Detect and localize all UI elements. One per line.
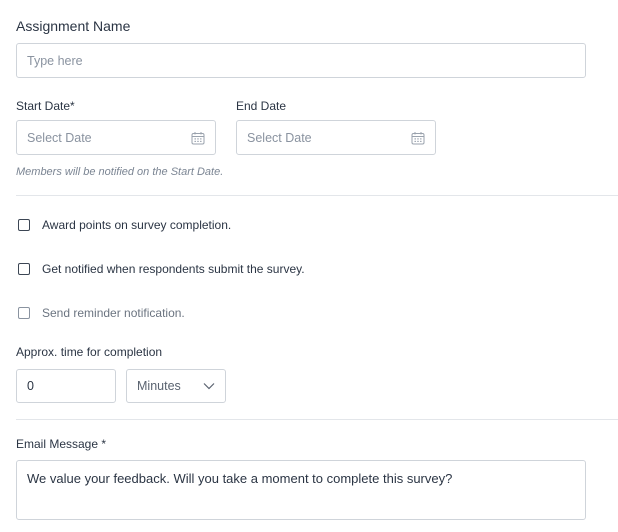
assignment-name-input[interactable] [16,43,586,78]
notify-submit-checkbox[interactable] [18,263,30,275]
chevron-down-icon [203,377,215,395]
completion-time-label: Approx. time for completion [16,345,163,359]
email-message-label: Email Message * [16,437,107,451]
reminder-checkbox[interactable] [18,307,30,319]
assignment-name-label: Assignment Name [16,18,131,34]
notify-submit-label: Get notified when respondents submit the… [42,262,305,276]
calendar-icon[interactable] [191,131,205,145]
email-message-text: We value your feedback. Will you take a … [27,471,453,486]
award-points-option[interactable]: Award points on survey completion. [18,218,231,232]
assignment-form: Assignment Name Start Date* End Date Sel… [0,0,618,532]
start-date-label: Start Date* [16,99,75,113]
end-date-placeholder: Select Date [247,130,312,145]
start-date-picker[interactable]: Select Date [16,120,216,155]
reminder-option[interactable]: Send reminder notification. [18,306,185,320]
divider [16,195,618,196]
notify-submit-option[interactable]: Get notified when respondents submit the… [18,262,305,276]
calendar-icon[interactable] [411,131,425,145]
completion-time-value: 0 [27,379,34,393]
start-date-placeholder: Select Date [27,130,92,145]
divider [16,419,618,420]
time-unit-value: Minutes [137,379,181,393]
start-date-hint: Members will be notified on the Start Da… [16,166,224,178]
reminder-label: Send reminder notification. [42,306,185,320]
award-points-checkbox[interactable] [18,219,30,231]
end-date-picker[interactable]: Select Date [236,120,436,155]
end-date-label: End Date [236,99,287,113]
completion-time-input[interactable]: 0 [16,369,116,403]
award-points-label: Award points on survey completion. [42,218,232,232]
email-message-textarea[interactable]: We value your feedback. Will you take a … [16,460,586,520]
time-unit-select[interactable]: Minutes [126,369,226,403]
